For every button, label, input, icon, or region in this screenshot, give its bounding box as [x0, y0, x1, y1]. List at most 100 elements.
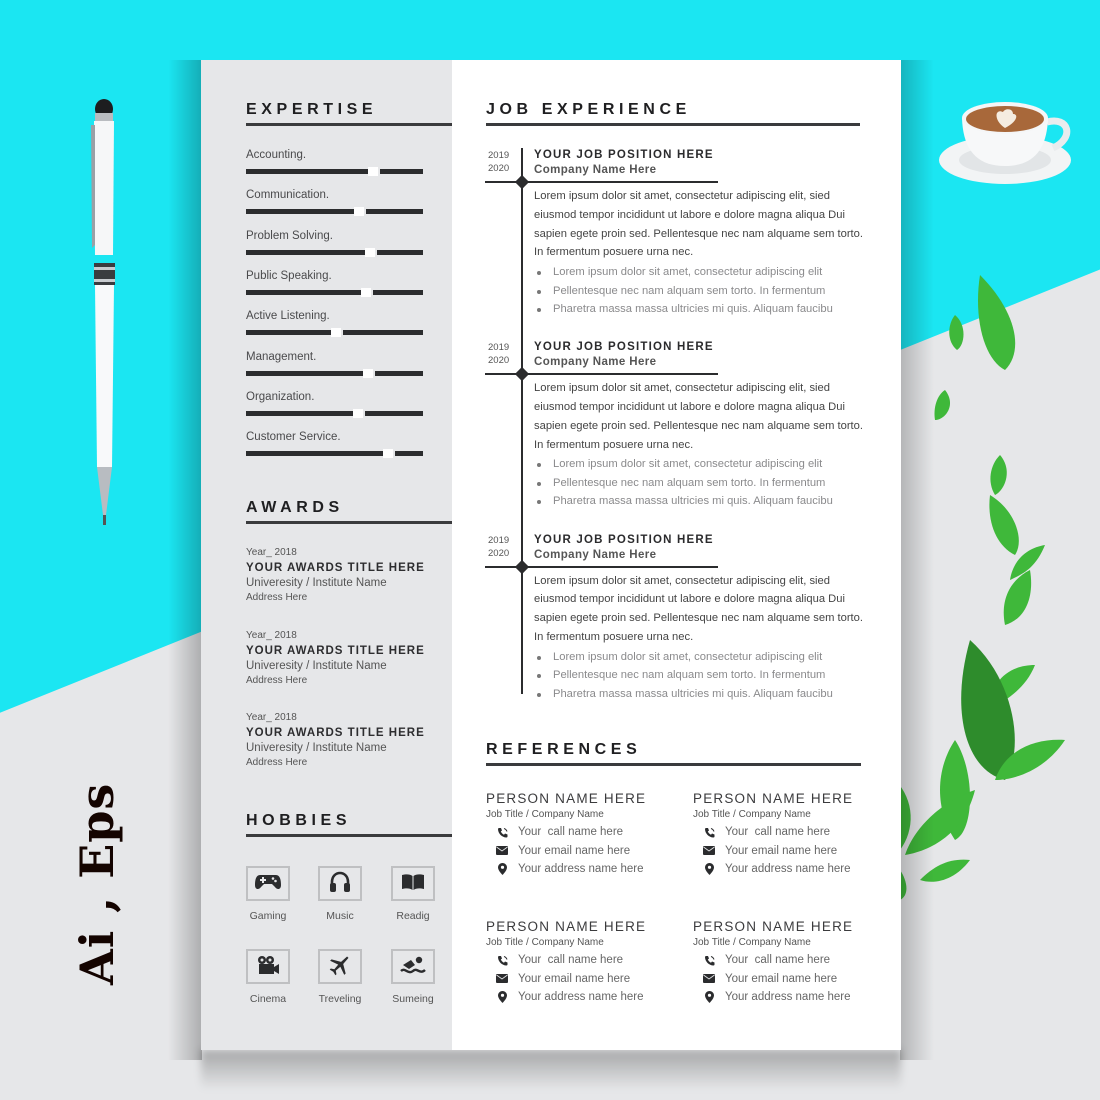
skill-bar-remaining	[395, 451, 423, 457]
expertise-rule	[246, 123, 452, 126]
timeline-marker	[514, 174, 530, 190]
reference-email: Your email name here	[725, 972, 838, 985]
skill-level-bar	[246, 449, 423, 459]
skill-bar-filled	[246, 451, 383, 457]
job-company: Company Name Here	[534, 356, 657, 369]
headphones-icon	[329, 871, 351, 897]
hobby-item: Cinema	[238, 949, 298, 1005]
pen-image	[91, 99, 115, 525]
awards-heading: AWARDS	[246, 499, 344, 516]
hobby-label: Music	[326, 910, 354, 922]
job-bullet: Pharetra massa massa ultricies mi quis. …	[534, 492, 864, 511]
hobby-icon-box	[246, 866, 290, 901]
hobby-label: Treveling	[318, 993, 362, 1005]
page-shadow-right	[900, 60, 934, 1060]
skill-bar-remaining	[375, 370, 423, 376]
reference-card: PERSON NAME HERE Job Title / Company Nam…	[486, 791, 686, 879]
job-experience-rule	[486, 123, 860, 126]
reference-email: Your email name here	[518, 844, 631, 857]
job-bullet: Pellentesque nec nam alquam sem torto. I…	[534, 474, 864, 493]
hobby-icon-box	[318, 949, 362, 984]
references-heading: REFERENCES	[486, 741, 642, 758]
reference-phone: Your call name here	[725, 826, 831, 839]
skill-label: Customer Service.	[246, 431, 341, 444]
reference-email-row: Your email name here	[486, 842, 686, 861]
skill-bar-filled	[246, 370, 363, 376]
job-bullet: Pellentesque nec nam alquam sem torto. I…	[534, 666, 864, 685]
hobby-item: Treveling	[310, 949, 370, 1005]
award-address: Address Here	[246, 757, 308, 768]
job-position: YOUR JOB POSITION HERE	[534, 149, 714, 161]
phone-icon	[486, 827, 518, 838]
award-institute: Univeresity / Institute Name	[246, 659, 387, 672]
job-description: Lorem ipsum dolor sit amet, consectetur …	[534, 382, 863, 451]
hobby-icon-box	[391, 949, 435, 984]
job-company: Company Name Here	[534, 164, 657, 176]
award-institute: Univeresity / Institute Name	[246, 577, 387, 589]
skill-bar-filled	[246, 330, 331, 336]
skill-level-bar	[246, 408, 423, 418]
award-item: Year_ 2018 YOUR AWARDS TITLE HERE Univer…	[246, 546, 446, 604]
award-title: YOUR AWARDS TITLE HERE	[246, 562, 425, 574]
skill-level-marker	[368, 167, 378, 176]
skill-bar-filled	[246, 169, 368, 174]
reference-email-row: Your email name here	[486, 970, 686, 989]
book-icon	[401, 873, 425, 895]
skill-level-bar	[246, 167, 423, 176]
award-address: Address Here	[246, 592, 308, 603]
award-item: Year_ 2018 YOUR AWARDS TITLE HERE Univer…	[246, 711, 446, 769]
reference-address: Your address name here	[725, 863, 851, 876]
reference-address: Your address name here	[518, 991, 644, 1004]
award-address: Address Here	[246, 674, 308, 686]
skill-bar-remaining	[365, 410, 423, 416]
job-bullet: Pharetra massa massa ultricies mi quis. …	[534, 300, 864, 319]
email-icon	[693, 846, 725, 856]
job-company: Company Name Here	[534, 548, 657, 561]
reference-card: PERSON NAME HERE Job Title / Company Nam…	[693, 791, 893, 879]
reference-address-row: Your address name here	[693, 860, 893, 879]
skill-level-marker	[353, 408, 363, 418]
job-bullet: Lorem ipsum dolor sit amet, consectetur …	[534, 263, 864, 282]
gamepad-icon	[255, 874, 281, 894]
email-icon	[693, 974, 725, 984]
reference-name: PERSON NAME HERE	[486, 791, 647, 806]
job-bullet-list: Lorem ipsum dolor sit amet, consectetur …	[534, 648, 864, 704]
timeline-marker	[514, 559, 530, 574]
job-bullet-list: Lorem ipsum dolor sit amet, consectetur …	[534, 263, 864, 319]
phone-icon	[693, 827, 725, 838]
job-years: 2019 2020	[488, 149, 509, 175]
reference-job-title: Job Title / Company Name	[693, 809, 811, 820]
hobby-icon-box	[318, 866, 362, 901]
awards-rule	[246, 521, 452, 524]
hobby-item: Music	[310, 866, 370, 922]
reference-card: PERSON NAME HERE Job Title / Company Nam…	[486, 919, 686, 1007]
skill-label: Problem Solving.	[246, 229, 333, 242]
reference-job-title: Job Title / Company Name	[693, 937, 811, 948]
skill-level-marker	[363, 368, 373, 378]
skill-level-marker	[331, 328, 341, 338]
skill-level-bar	[246, 207, 423, 217]
skill-bar-filled	[246, 249, 365, 255]
reference-name: PERSON NAME HERE	[693, 919, 854, 934]
award-title: YOUR AWARDS TITLE HERE	[246, 727, 425, 739]
reference-address-row: Your address name here	[486, 860, 686, 879]
job-position: YOUR JOB POSITION HERE	[534, 533, 714, 546]
skill-level-bar	[246, 247, 423, 257]
reference-job-title: Job Title / Company Name	[486, 937, 604, 948]
job-bullet: Pharetra massa massa ultricies mi quis. …	[534, 685, 864, 704]
phone-icon	[486, 955, 518, 966]
job-end-year: 2020	[488, 163, 510, 174]
job-bullet: Lorem ipsum dolor sit amet, consectetur …	[534, 648, 864, 667]
swimmer-icon	[400, 954, 426, 980]
hobby-item: Gaming	[238, 866, 298, 922]
skill-level-marker	[365, 247, 375, 257]
award-year: Year_ 2018	[246, 547, 297, 558]
hobbies-rule	[246, 834, 452, 837]
job-end-year: 2020	[488, 547, 510, 559]
job-description: Lorem ipsum dolor sit amet, consectetur …	[534, 574, 863, 643]
skill-level-marker	[361, 287, 371, 297]
references-rule	[486, 763, 861, 766]
reference-phone: Your call name here	[518, 826, 624, 839]
skill-level-bar	[246, 328, 423, 338]
hobby-item: Sumeing	[383, 949, 443, 1005]
